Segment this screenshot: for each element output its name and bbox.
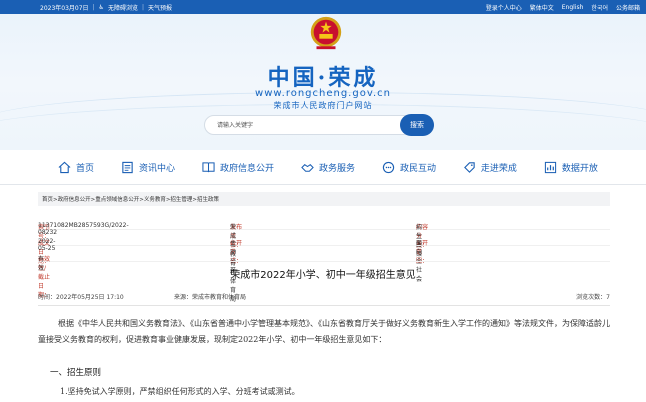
search-box bbox=[204, 115, 433, 135]
nav-about[interactable]: 走进荣成 bbox=[463, 161, 517, 174]
national-emblem-icon bbox=[310, 16, 342, 50]
search-button[interactable]: 搜索 bbox=[400, 114, 434, 136]
chart-icon bbox=[544, 161, 557, 173]
nav-interaction[interactable]: 政民互动 bbox=[382, 161, 436, 174]
nav-services[interactable]: 政务服务 bbox=[301, 161, 355, 174]
main-nav: 首页 资讯中心 政府信息公开 政务服务 政民互动 走进荣成 数据开放 bbox=[58, 157, 598, 177]
nav-label: 资讯中心 bbox=[138, 163, 175, 174]
section-heading: 一、招生原则 bbox=[50, 368, 102, 378]
search-input[interactable] bbox=[217, 120, 397, 131]
site-subtitle: 荣成市人民政府门户网站 bbox=[273, 101, 373, 110]
handshake-icon bbox=[301, 163, 314, 172]
login-link[interactable]: 登录个人中心 bbox=[486, 3, 522, 12]
nav-label: 政府信息公开 bbox=[219, 163, 274, 174]
article-paragraph: 根据《中华人民共和国义务教育法》、《山东省普通中小学管理基本规范》、《山东省教育… bbox=[38, 319, 610, 344]
chat-icon bbox=[382, 161, 395, 173]
article-title: 荣成市2022年小学、初中一年级招生意见 bbox=[230, 270, 416, 281]
home-icon bbox=[58, 161, 71, 173]
nav-news[interactable]: 资讯中心 bbox=[121, 161, 175, 174]
publish-time: 时间：2022年05月25日 17:10 bbox=[38, 294, 124, 301]
site-url: www.rongcheng.gov.cn bbox=[255, 88, 391, 99]
nav-open-data[interactable]: 数据开放 bbox=[544, 161, 598, 174]
nav-label: 政务服务 bbox=[318, 163, 355, 174]
weather-link[interactable]: 天气预报 bbox=[148, 3, 172, 12]
top-bar: 2023年03月07日 | ♿ 无障碍浏览 | 天气预报 登录个人中心 繁体中文… bbox=[0, 0, 646, 14]
article-item: 1.坚持免试入学原则，严禁组织任何形式的入学、分班考试或测试。 bbox=[60, 387, 300, 396]
nav-home[interactable]: 首页 bbox=[58, 161, 94, 174]
korean-link[interactable]: 한국어 bbox=[591, 3, 608, 12]
news-icon bbox=[122, 161, 133, 173]
document-meta: 索引号： 11371082MB2857593G/2022-08232 发布单位：荣… bbox=[38, 214, 610, 303]
view-count: 浏览次数：7 bbox=[576, 294, 610, 301]
nav-divider bbox=[0, 184, 646, 185]
book-icon bbox=[202, 161, 215, 172]
tag-icon bbox=[463, 161, 475, 173]
accessibility-link[interactable]: 无障碍浏览 bbox=[108, 3, 138, 12]
info-divider bbox=[38, 305, 610, 306]
nav-label: 数据开放 bbox=[561, 163, 598, 174]
breadcrumb[interactable]: 首页>政府信息公开>重点领域信息公开>义务教育>招生管理>招生政策 bbox=[38, 192, 610, 206]
traditional-chinese-link[interactable]: 繁体中文 bbox=[530, 3, 554, 12]
current-date: 2023年03月07日 bbox=[40, 4, 89, 12]
english-link[interactable]: English bbox=[562, 4, 584, 11]
nav-label: 首页 bbox=[76, 163, 95, 174]
nav-gov-info[interactable]: 政府信息公开 bbox=[202, 161, 274, 174]
mail-link[interactable]: 公务邮箱 bbox=[616, 3, 640, 12]
accessibility-icon: ♿ bbox=[98, 3, 104, 11]
article-source: 来源：荣成市教育和体育局 bbox=[174, 294, 247, 301]
nav-label: 走进荣成 bbox=[480, 163, 517, 174]
nav-label: 政民互动 bbox=[399, 163, 436, 174]
